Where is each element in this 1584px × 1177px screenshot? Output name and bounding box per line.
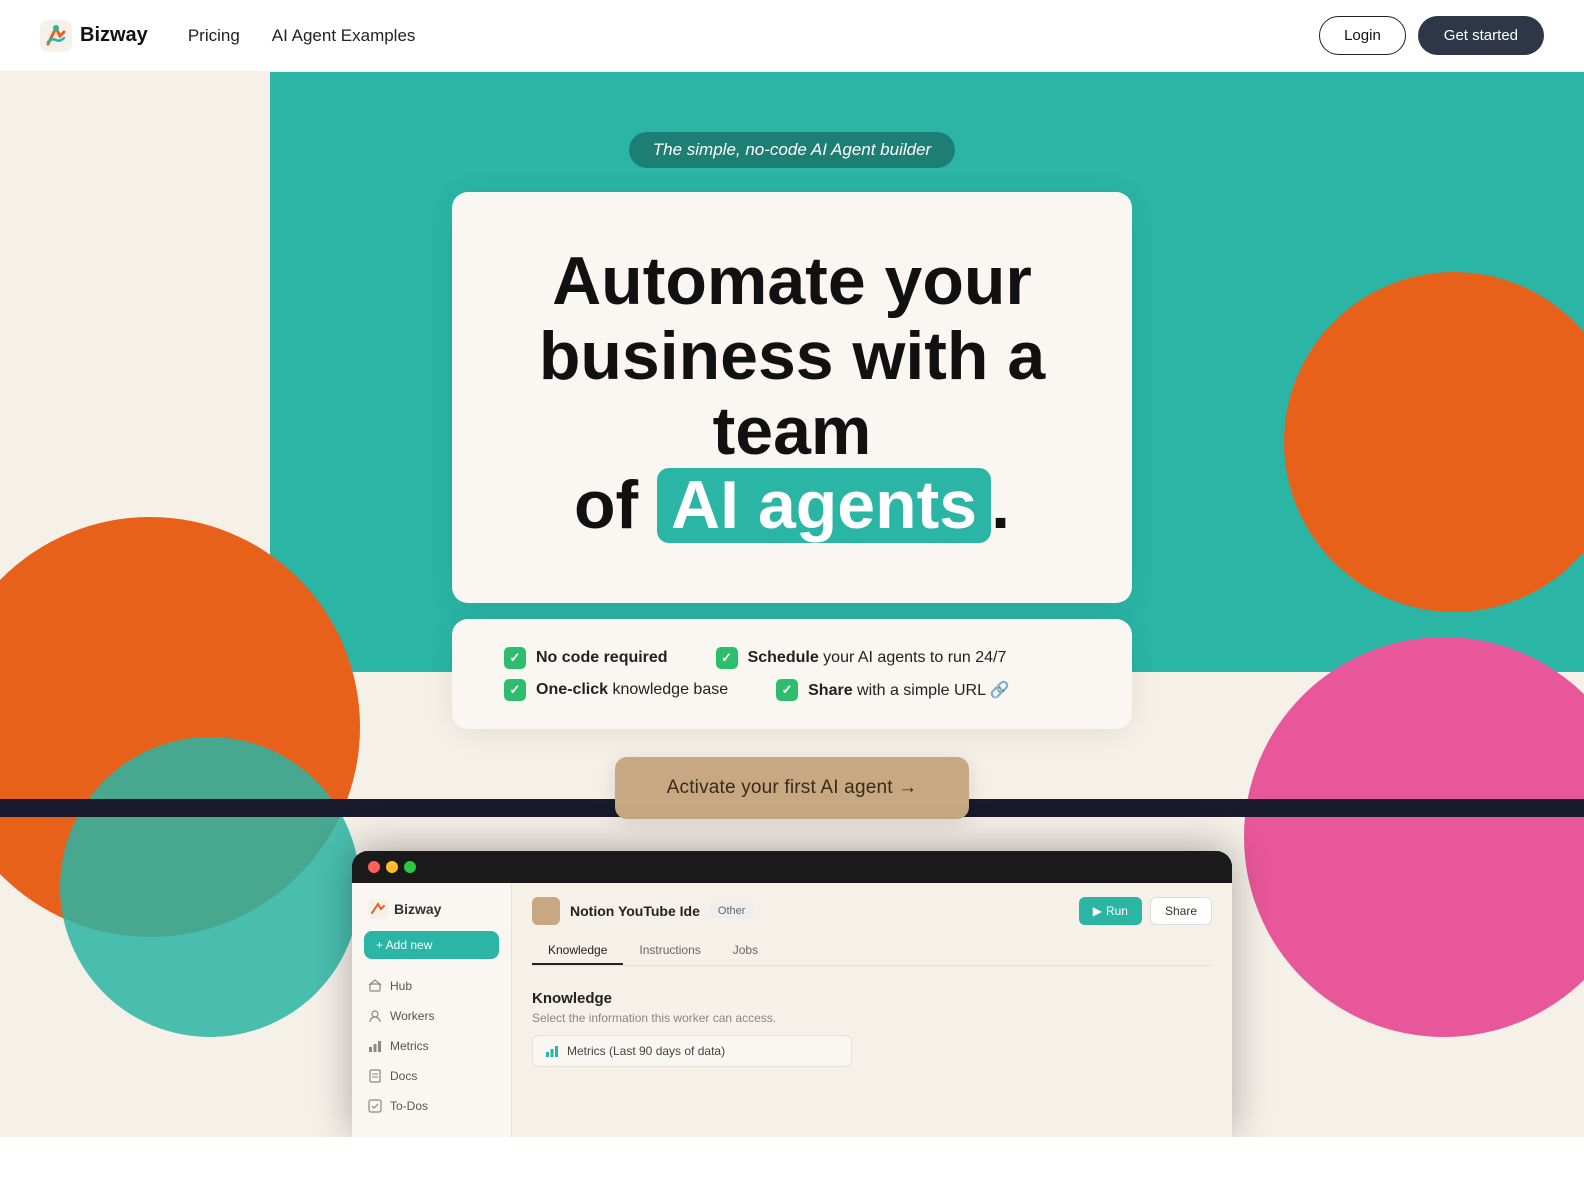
app-sidebar: Bizway + Add new Hub Workers Metrics bbox=[352, 883, 512, 1137]
hero-content: The simple, no-code AI Agent builder Aut… bbox=[0, 72, 1584, 1137]
headline-dot: . bbox=[991, 467, 1010, 543]
agent-name: Notion YouTube Ide bbox=[570, 903, 700, 919]
run-button[interactable]: ▶ Run bbox=[1079, 897, 1142, 925]
headline-highlight: AI agents bbox=[657, 468, 991, 543]
sidebar-todos-label: To-Dos bbox=[390, 1099, 428, 1113]
features-card: No code required Schedule your AI agents… bbox=[452, 619, 1132, 729]
sidebar-workers-label: Workers bbox=[390, 1009, 434, 1023]
sidebar-item-workers[interactable]: Workers bbox=[352, 1001, 511, 1031]
knowledge-item-label: Metrics (Last 90 days of data) bbox=[567, 1044, 725, 1058]
headline-line1: Automate your bbox=[552, 243, 1032, 319]
app-preview: Bizway + Add new Hub Workers Metrics bbox=[352, 851, 1232, 1137]
app-inner: Bizway + Add new Hub Workers Metrics bbox=[352, 883, 1232, 1137]
nav-link-ai-agent-examples[interactable]: AI Agent Examples bbox=[272, 26, 416, 46]
check-icon-no-code bbox=[504, 647, 526, 669]
knowledge-section-title: Knowledge bbox=[532, 990, 1212, 1007]
chrome-maximize-dot bbox=[404, 861, 416, 873]
share-button[interactable]: Share bbox=[1150, 897, 1212, 925]
agent-title-row: Notion YouTube Ide Other bbox=[532, 897, 753, 925]
login-button[interactable]: Login bbox=[1319, 16, 1406, 55]
sidebar-hub-label: Hub bbox=[390, 979, 412, 993]
tab-content-knowledge: Knowledge Select the information this wo… bbox=[532, 982, 1212, 1075]
app-main-header: Notion YouTube Ide Other ▶ Run Share bbox=[532, 897, 1212, 925]
knowledge-metrics-icon bbox=[545, 1044, 559, 1058]
feature-schedule: Schedule your AI agents to run 24/7 bbox=[716, 647, 1007, 669]
feature-share-label: Share with a simple URL 🔗 bbox=[808, 680, 1010, 700]
run-icon: ▶ bbox=[1093, 904, 1102, 918]
metrics-icon bbox=[368, 1039, 382, 1053]
check-icon-schedule bbox=[716, 647, 738, 669]
feature-line-2: One-click knowledge base Share with a si… bbox=[504, 679, 1080, 701]
feature-one-click-label: One-click knowledge base bbox=[536, 681, 728, 699]
app-main-actions: ▶ Run Share bbox=[1079, 897, 1212, 925]
tab-jobs[interactable]: Jobs bbox=[717, 937, 774, 965]
sidebar-item-todos[interactable]: To-Dos bbox=[352, 1091, 511, 1121]
sidebar-add-new-button[interactable]: + Add new bbox=[364, 931, 499, 959]
sidebar-item-metrics[interactable]: Metrics bbox=[352, 1031, 511, 1061]
nav-link-pricing[interactable]: Pricing bbox=[188, 26, 240, 46]
hero-headline: Automate your business with a team of AI… bbox=[532, 244, 1052, 543]
check-icon-one-click bbox=[504, 679, 526, 701]
navbar-right: Login Get started bbox=[1319, 16, 1544, 55]
feature-one-click: One-click knowledge base bbox=[504, 679, 728, 701]
sidebar-item-hub[interactable]: Hub bbox=[352, 971, 511, 1001]
logo-text: Bizway bbox=[80, 24, 148, 47]
headline-line3-pre: of bbox=[574, 467, 657, 543]
knowledge-item-metrics[interactable]: Metrics (Last 90 days of data) bbox=[532, 1035, 852, 1067]
sidebar-logo: Bizway bbox=[352, 899, 511, 931]
hero-card: Automate your business with a team of AI… bbox=[452, 192, 1132, 603]
feature-line-1: No code required Schedule your AI agents… bbox=[504, 647, 1080, 669]
home-icon bbox=[368, 979, 382, 993]
todos-icon bbox=[368, 1099, 382, 1113]
check-icon-share bbox=[776, 679, 798, 701]
chrome-close-dot bbox=[368, 861, 380, 873]
sidebar-docs-label: Docs bbox=[390, 1069, 417, 1083]
tab-knowledge[interactable]: Knowledge bbox=[532, 937, 623, 965]
hero-tagline: The simple, no-code AI Agent builder bbox=[629, 132, 955, 168]
hero-section: The simple, no-code AI Agent builder Aut… bbox=[0, 72, 1584, 1137]
knowledge-section-sub: Select the information this worker can a… bbox=[532, 1011, 1212, 1025]
sidebar-item-docs[interactable]: Docs bbox=[352, 1061, 511, 1091]
app-main: Notion YouTube Ide Other ▶ Run Share bbox=[512, 883, 1232, 1137]
cta-button[interactable]: Activate your first AI agent → bbox=[615, 757, 970, 819]
get-started-button[interactable]: Get started bbox=[1418, 16, 1544, 55]
logo-icon bbox=[40, 20, 72, 52]
workers-icon bbox=[368, 1009, 382, 1023]
chrome-minimize-dot bbox=[386, 861, 398, 873]
feature-share: Share with a simple URL 🔗 bbox=[776, 679, 1010, 701]
sidebar-metrics-label: Metrics bbox=[390, 1039, 429, 1053]
sidebar-logo-text: Bizway bbox=[394, 901, 441, 917]
features-list: No code required Schedule your AI agents… bbox=[504, 647, 1080, 701]
navbar-left: Bizway Pricing AI Agent Examples bbox=[40, 20, 415, 52]
agent-avatar bbox=[532, 897, 560, 925]
agent-tag: Other bbox=[710, 903, 754, 919]
docs-icon bbox=[368, 1069, 382, 1083]
navbar: Bizway Pricing AI Agent Examples Login G… bbox=[0, 0, 1584, 72]
feature-schedule-label: Schedule your AI agents to run 24/7 bbox=[748, 649, 1007, 667]
tab-instructions[interactable]: Instructions bbox=[623, 937, 716, 965]
feature-no-code-label: No code required bbox=[536, 649, 668, 667]
feature-no-code: No code required bbox=[504, 647, 668, 669]
app-tabs: Knowledge Instructions Jobs bbox=[532, 937, 1212, 966]
logo[interactable]: Bizway bbox=[40, 20, 148, 52]
app-chrome-bar bbox=[352, 851, 1232, 883]
nav-links: Pricing AI Agent Examples bbox=[188, 26, 416, 46]
sidebar-logo-icon bbox=[368, 899, 388, 919]
headline-line2: business with a team bbox=[539, 318, 1045, 469]
